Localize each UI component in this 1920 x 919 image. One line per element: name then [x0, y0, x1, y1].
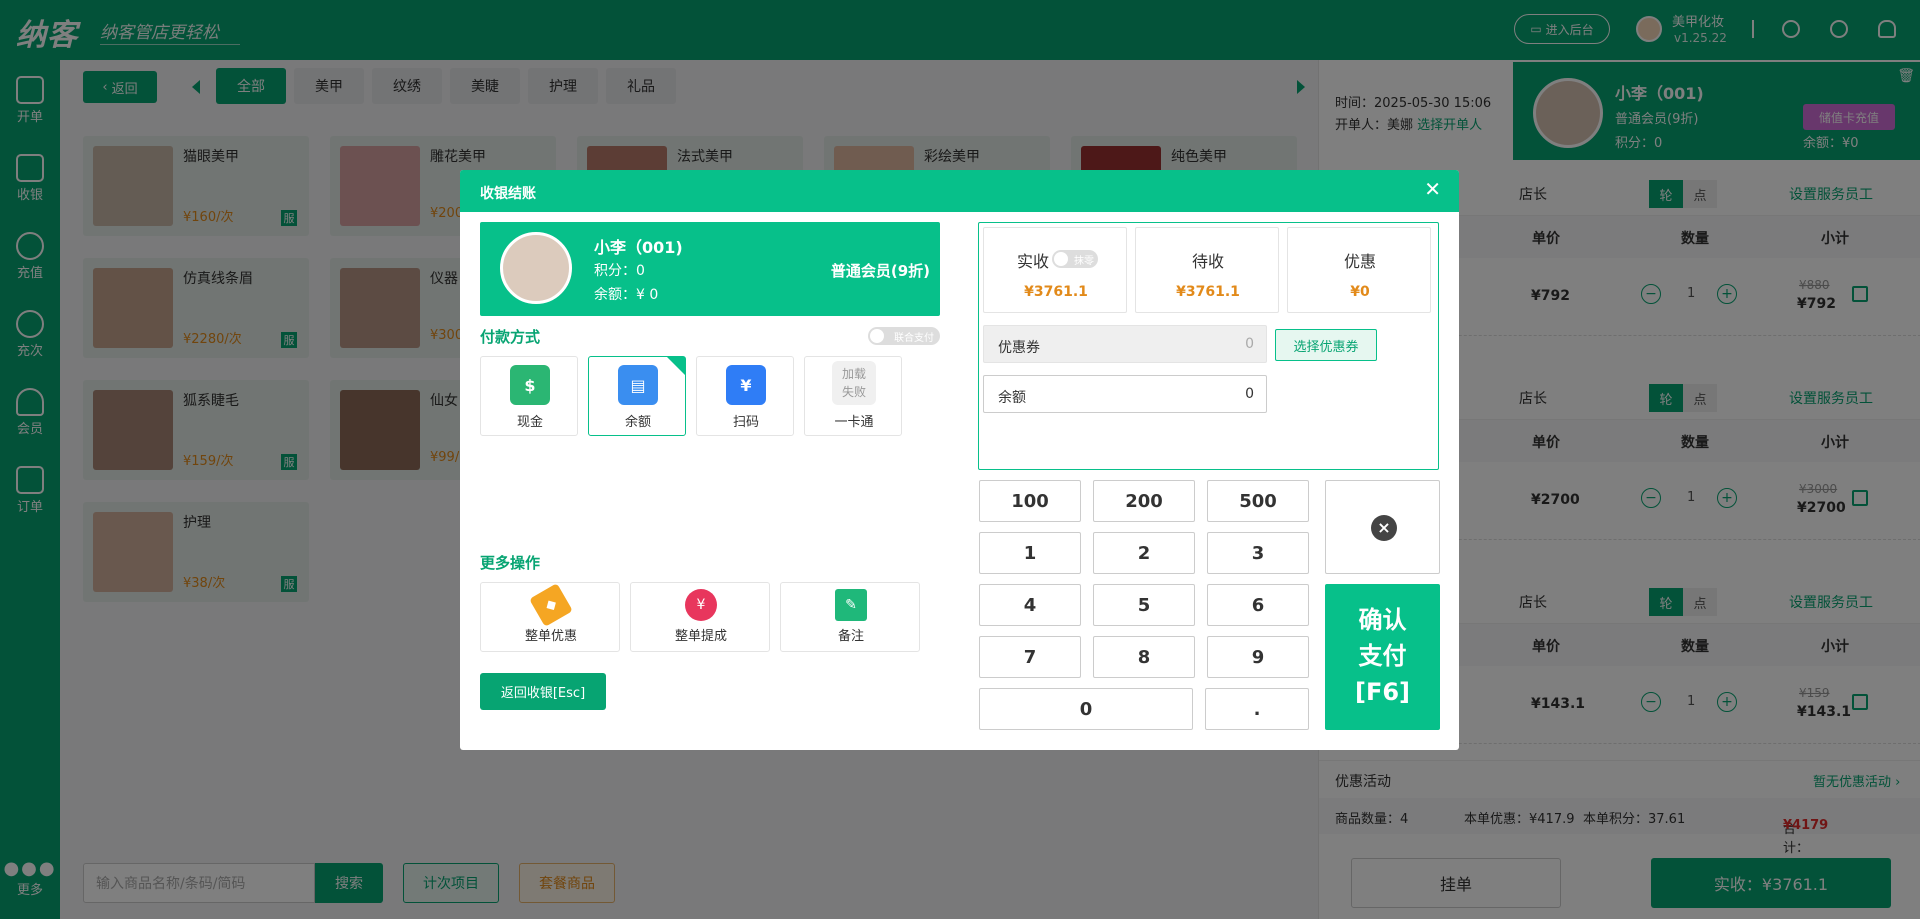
- key-100[interactable]: 100: [979, 480, 1081, 522]
- broken-image-icon: 加载 失败: [832, 361, 876, 405]
- key-500[interactable]: 500: [1207, 480, 1309, 522]
- received-amount: 实收 抹零 ¥3761.1: [983, 227, 1127, 313]
- backspace-button[interactable]: ×: [1325, 480, 1440, 574]
- delete-icon: ×: [1371, 515, 1397, 541]
- key-0[interactable]: 0: [979, 688, 1193, 730]
- key-7[interactable]: 7: [979, 636, 1081, 678]
- pay-scan-option[interactable]: ¥ 扫码: [696, 356, 794, 436]
- discount-amount: 优惠 ¥0: [1287, 227, 1431, 313]
- member-avatar: [500, 232, 572, 304]
- order-commission-button[interactable]: ¥ 整单提成: [630, 582, 770, 652]
- select-coupon-button[interactable]: 选择优惠券: [1275, 329, 1377, 361]
- modal-member-card: 小李（001) 积分：0 余额：¥ 0 普通会员(9折): [480, 222, 940, 316]
- wallet-icon: ▤: [618, 365, 658, 405]
- modal-title: 收银结账: [480, 186, 536, 202]
- combo-pay-toggle[interactable]: 联合支付: [868, 327, 940, 345]
- member-name: 小李（001): [594, 238, 683, 257]
- checkout-modal: 收银结账 ✕ 小李（001) 积分：0 余额：¥ 0 普通会员(9折) 付款方式…: [460, 170, 1459, 750]
- member-balance: 余额：¥ 0: [594, 287, 659, 303]
- key-3[interactable]: 3: [1207, 532, 1309, 574]
- close-icon[interactable]: ✕: [1424, 179, 1441, 199]
- member-points: 积分：0: [594, 263, 645, 279]
- pay-cash-option[interactable]: $ 现金: [480, 356, 578, 436]
- money-bag-icon: ¥: [685, 589, 717, 621]
- toggle-knob: [870, 329, 884, 343]
- payment-method-title: 付款方式: [480, 328, 541, 346]
- key-200[interactable]: 200: [1093, 480, 1195, 522]
- note-icon: ✎: [835, 589, 867, 621]
- member-level: 普通会员(9折): [830, 262, 930, 280]
- confirm-pay-button[interactable]: 确认 支付 [F6]: [1325, 584, 1440, 730]
- scan-icon: ¥: [726, 365, 766, 405]
- pay-card-option[interactable]: 加载 失败 一卡通: [804, 356, 902, 436]
- round-off-toggle[interactable]: 抹零: [1052, 250, 1098, 268]
- key-dot[interactable]: .: [1205, 688, 1309, 730]
- toggle-knob: [1054, 252, 1068, 266]
- key-4[interactable]: 4: [979, 584, 1081, 626]
- return-cashier-button[interactable]: 返回收银[Esc]: [480, 673, 606, 710]
- cash-icon: $: [510, 365, 550, 405]
- balance-field[interactable]: 余额 0: [983, 375, 1267, 413]
- coupon-field: 优惠券 0: [983, 325, 1267, 363]
- order-discount-button[interactable]: ◆ 整单优惠: [480, 582, 620, 652]
- key-1[interactable]: 1: [979, 532, 1081, 574]
- key-5[interactable]: 5: [1093, 584, 1195, 626]
- coupon-tag-icon: ◆: [529, 583, 573, 627]
- key-6[interactable]: 6: [1207, 584, 1309, 626]
- remark-button[interactable]: ✎ 备注: [780, 582, 920, 652]
- key-2[interactable]: 2: [1093, 532, 1195, 574]
- modal-header: 收银结账 ✕: [460, 170, 1459, 212]
- key-9[interactable]: 9: [1207, 636, 1309, 678]
- more-actions-title: 更多操作: [480, 554, 541, 572]
- selected-check-icon: [667, 357, 685, 375]
- pending-amount: 待收 ¥3761.1: [1135, 227, 1279, 313]
- key-8[interactable]: 8: [1093, 636, 1195, 678]
- amount-summary: 实收 抹零 ¥3761.1 待收 ¥3761.1 优惠 ¥0 优惠券 0 选择优惠…: [978, 222, 1439, 470]
- pay-balance-option[interactable]: ▤ 余额: [588, 356, 686, 436]
